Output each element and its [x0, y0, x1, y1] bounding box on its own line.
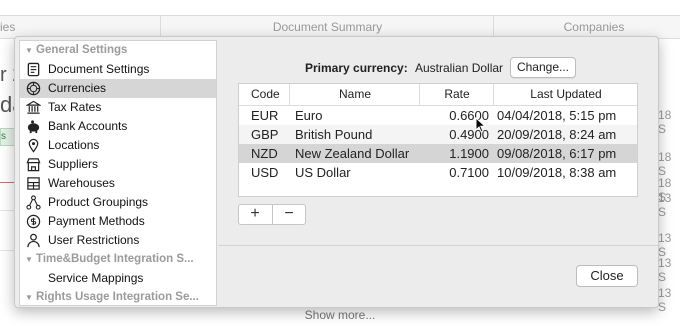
group-time-budget-integration[interactable]: ▼ Time&Budget Integration S... — [20, 250, 216, 269]
cell-name: Euro — [295, 108, 323, 123]
settings-dialog: ▼ General Settings Document Settings Curr… — [14, 36, 659, 308]
table-header: Code Name Rate Last Updated — [239, 84, 637, 106]
cell-last-updated: 10/09/2018, 8:38 am — [497, 165, 617, 180]
warehouse-icon — [27, 177, 40, 190]
bg-right-value: 13 S — [658, 191, 672, 219]
sidebar-item-tax-rates[interactable]: Tax Rates — [20, 98, 216, 117]
piggy-bank-icon — [27, 120, 40, 134]
table-row[interactable]: EUR Euro 0.6600 04/04/2018, 5:15 pm — [239, 106, 637, 125]
sidebar-item-label: Bank Accounts — [48, 119, 128, 133]
footer-divider — [218, 245, 658, 246]
settings-sidebar: ▼ General Settings Document Settings Curr… — [19, 40, 217, 306]
mouse-pointer-icon — [475, 117, 487, 133]
triangle-down-icon[interactable]: ▼ — [22, 250, 36, 269]
sidebar-item-label: Locations — [48, 138, 100, 152]
cell-name: US Dollar — [295, 165, 351, 180]
primary-currency-row: Primary currency: Australian Dollar Chan… — [218, 57, 658, 79]
sidebar-item-user-restrictions[interactable]: User Restrictions — [20, 231, 216, 250]
primary-currency-label: Primary currency: — [305, 61, 408, 75]
cell-code: USD — [251, 165, 279, 180]
cell-last-updated: 04/04/2018, 5:15 pm — [497, 108, 617, 123]
cell-rate: 0.7100 — [449, 165, 489, 180]
sidebar-item-label: Payment Methods — [48, 214, 145, 228]
currency-icon — [26, 81, 41, 96]
cell-rate: 1.1900 — [449, 146, 489, 161]
storefront-icon — [26, 158, 41, 172]
group-general-settings[interactable]: ▼ General Settings — [20, 41, 216, 60]
add-currency-button[interactable]: + — [239, 205, 271, 224]
bg-right-value: 18 S — [658, 150, 672, 178]
column-header-rate[interactable]: Rate — [419, 84, 494, 105]
currencies-panel: Primary currency: Australian Dollar Chan… — [218, 37, 658, 307]
group-rights-usage-integration[interactable]: ▼ Rights Usage Integration Se... — [20, 288, 216, 307]
triangle-down-icon[interactable]: ▼ — [22, 41, 36, 60]
column-header-last-updated[interactable]: Last Updated — [493, 84, 638, 105]
group-label: Time&Budget Integration S... — [36, 253, 194, 265]
bg-column-header-companies[interactable]: Companies — [493, 16, 680, 38]
bg-right-value: 18 S — [658, 108, 672, 136]
bank-building-icon — [26, 100, 41, 114]
sidebar-item-label: Suppliers — [48, 157, 99, 171]
group-label: General Settings — [36, 44, 128, 56]
map-pin-icon — [28, 138, 39, 153]
sidebar-item-suppliers[interactable]: Suppliers — [20, 155, 216, 174]
column-header-code[interactable]: Code — [251, 84, 280, 105]
cell-code: GBP — [251, 127, 279, 142]
bg-column-header-document-summary[interactable]: Document Summary — [160, 16, 494, 38]
remove-currency-button[interactable]: − — [272, 205, 305, 224]
sidebar-item-bank-accounts[interactable]: Bank Accounts — [20, 117, 216, 136]
sidebar-item-label: User Restrictions — [48, 233, 140, 247]
user-icon — [27, 233, 40, 248]
cell-last-updated: 09/08/2018, 6:17 pm — [497, 146, 617, 161]
payment-icon — [26, 214, 41, 229]
document-icon — [27, 62, 40, 77]
sidebar-item-locations[interactable]: Locations — [20, 136, 216, 155]
primary-currency-value: Australian Dollar — [415, 61, 504, 75]
sidebar-item-label: Warehouses — [48, 176, 115, 190]
triangle-down-icon[interactable]: ▼ — [22, 288, 36, 307]
cell-name: New Zealand Dollar — [295, 146, 410, 161]
sidebar-item-payment-methods[interactable]: Payment Methods — [20, 212, 216, 231]
group-label: Rights Usage Integration Se... — [36, 291, 199, 303]
cell-last-updated: 20/09/2018, 8:24 am — [497, 127, 617, 142]
cell-code: EUR — [251, 108, 279, 123]
cell-name: British Pound — [295, 127, 373, 142]
change-currency-button[interactable]: Change... — [510, 57, 576, 78]
bg-column-header[interactable]: ies — [0, 16, 160, 38]
column-header-name[interactable]: Name — [289, 84, 420, 105]
sidebar-item-product-groupings[interactable]: Product Groupings — [20, 193, 216, 212]
cell-code: NZD — [251, 146, 278, 161]
hierarchy-icon — [26, 195, 41, 210]
table-row[interactable]: GBP British Pound 0.4900 20/09/2018, 8:2… — [239, 125, 637, 144]
bg-right-value: 13 S — [658, 231, 672, 259]
sidebar-item-label: Document Settings — [48, 62, 150, 76]
currencies-table: Code Name Rate Last Updated EUR Euro 0.6… — [238, 83, 638, 197]
sidebar-item-document-settings[interactable]: Document Settings — [20, 60, 216, 79]
bg-right-value: 13 S — [658, 256, 672, 284]
sidebar-item-label: Currencies — [48, 81, 107, 95]
sidebar-item-currencies[interactable]: Currencies — [20, 79, 216, 98]
add-remove-control: + − — [238, 204, 306, 225]
sidebar-item-service-mappings[interactable]: Service Mappings — [20, 269, 216, 288]
sidebar-item-label: Tax Rates — [48, 100, 102, 114]
sidebar-item-label: Service Mappings — [48, 271, 144, 285]
table-row[interactable]: NZD New Zealand Dollar 1.1900 09/08/2018… — [239, 144, 637, 163]
sidebar-item-label: Product Groupings — [48, 195, 149, 209]
show-more-link[interactable]: Show more... — [0, 308, 680, 322]
table-row[interactable]: USD US Dollar 0.7100 10/09/2018, 8:38 am — [239, 163, 637, 182]
sidebar-item-warehouses[interactable]: Warehouses — [20, 174, 216, 193]
close-button[interactable]: Close — [576, 265, 638, 287]
